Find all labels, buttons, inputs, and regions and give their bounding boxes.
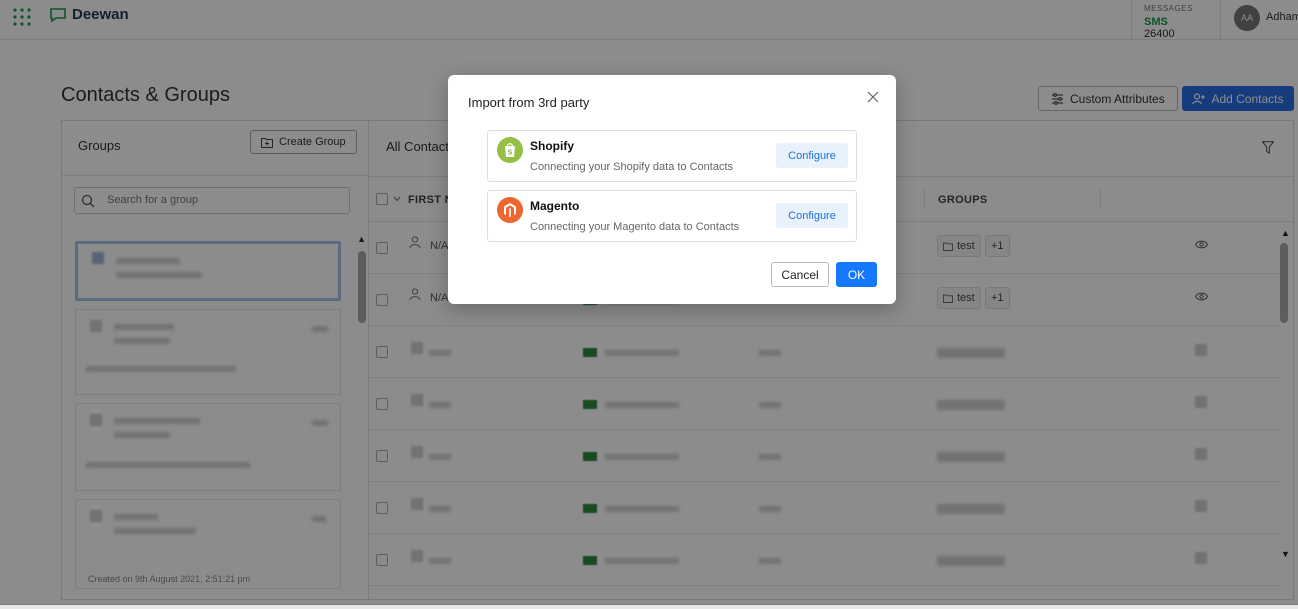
integration-description: Connecting your Magento data to Contacts (530, 221, 740, 233)
configure-shopify-button[interactable]: Configure (776, 143, 848, 168)
integration-description: Connecting your Shopify data to Contacts (530, 161, 734, 173)
svg-text:S: S (507, 149, 512, 157)
integration-card-magento: Magento Connecting your Magento data to … (487, 190, 857, 242)
ok-button[interactable]: OK (836, 262, 877, 287)
close-icon[interactable] (867, 91, 879, 103)
modal-title: Import from 3rd party (468, 95, 590, 110)
integration-name: Magento (530, 199, 580, 213)
integration-card-shopify: S Shopify Connecting your Shopify data t… (487, 130, 857, 182)
shopify-logo-icon: S (497, 137, 523, 163)
import-modal: Import from 3rd party S Shopify Connecti… (448, 75, 896, 304)
configure-magento-button[interactable]: Configure (776, 203, 848, 228)
cancel-button[interactable]: Cancel (771, 262, 829, 287)
integration-name: Shopify (530, 139, 574, 153)
magento-logo-icon (497, 197, 523, 223)
